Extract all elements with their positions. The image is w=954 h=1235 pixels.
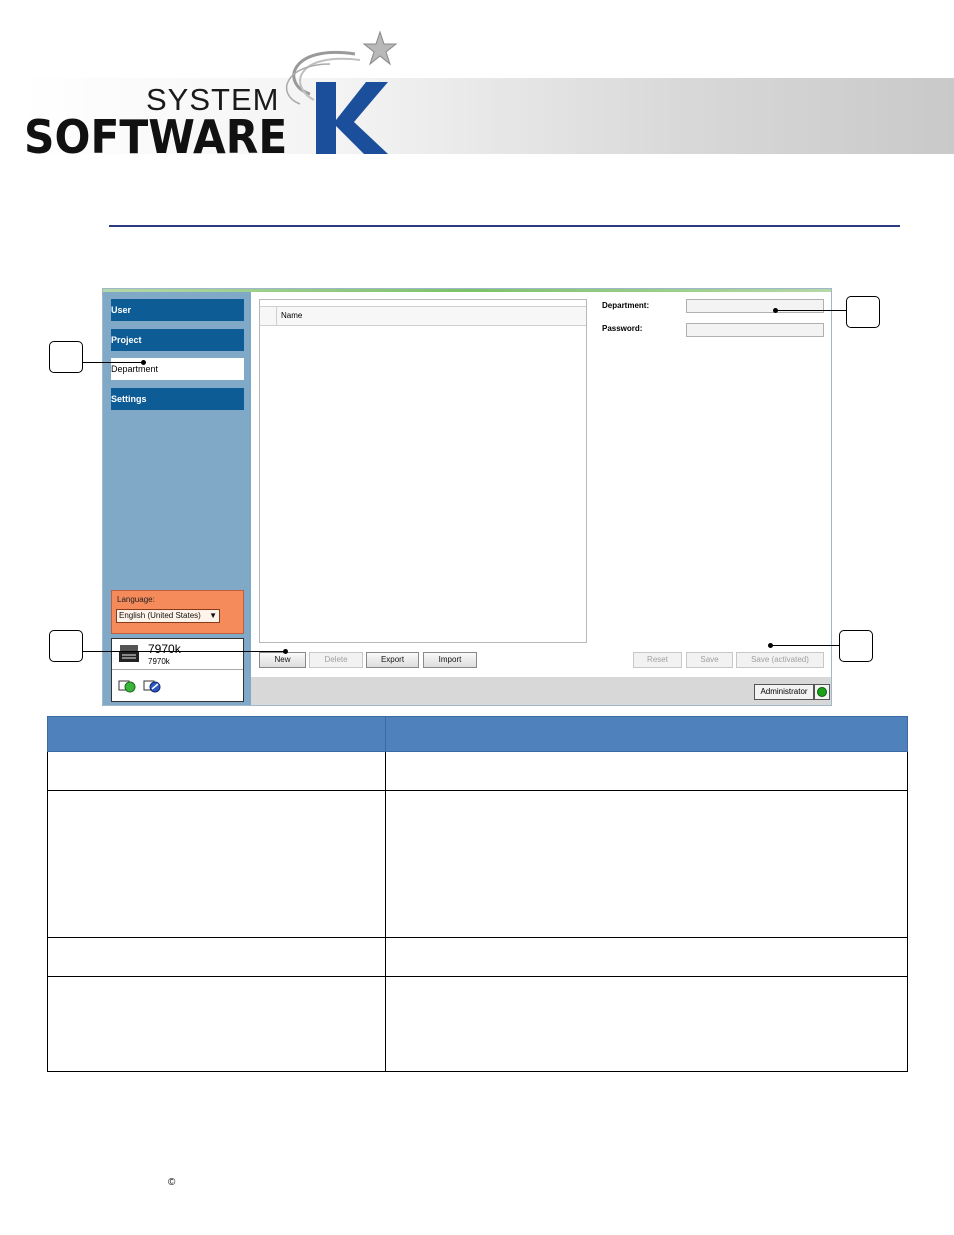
callout-leader-4 <box>771 645 839 646</box>
language-select[interactable]: English (United States) ▼ <box>116 609 220 623</box>
delete-button[interactable]: Delete <box>309 652 363 668</box>
callout-leader-2 <box>776 310 846 311</box>
sidebar-item-label: Department <box>111 364 159 374</box>
save-button[interactable]: Save <box>686 652 733 668</box>
table-header-row <box>47 716 908 752</box>
callout-box-2 <box>846 296 880 328</box>
column-header-name[interactable]: Name <box>281 311 302 320</box>
list-header: Name <box>260 306 586 326</box>
content-area: Name Department: Password: New Delete Ex… <box>251 292 831 677</box>
sidebar-item-project[interactable]: Project <box>111 329 244 351</box>
logo-k-icon <box>285 30 398 154</box>
app-window: User Project Department Settings Languag… <box>102 288 832 706</box>
callout-leader-1 <box>83 362 143 363</box>
status-indicator-icon <box>817 687 827 697</box>
export-button[interactable]: Export <box>366 652 419 668</box>
callout-dot-4 <box>768 643 773 648</box>
callout-dot-1 <box>141 360 146 365</box>
device-name: 7970k <box>148 642 181 656</box>
document-header: SYSTEM SOFTWARE <box>0 0 954 170</box>
new-button[interactable]: New <box>259 652 306 668</box>
add-device-icon[interactable] <box>118 677 136 693</box>
chevron-down-icon: ▼ <box>209 611 217 620</box>
device-model: 7970k <box>148 657 170 666</box>
import-button[interactable]: Import <box>423 652 477 668</box>
table-cell <box>385 976 908 1072</box>
reset-button[interactable]: Reset <box>633 652 682 668</box>
callout-box-1 <box>49 341 83 373</box>
column-divider <box>276 307 277 325</box>
table-row <box>47 976 908 1072</box>
callout-dot-2 <box>773 308 778 313</box>
sidebar-item-settings[interactable]: Settings <box>111 388 244 410</box>
table-row <box>47 751 908 791</box>
sidebar-item-label: Project <box>111 335 142 345</box>
sidebar-item-label: Settings <box>111 394 147 404</box>
table-cell <box>47 937 386 977</box>
logo-word-software: SOFTWARE <box>24 110 288 164</box>
description-table <box>47 716 908 1072</box>
device-item[interactable]: 7970k 7970k <box>112 639 243 670</box>
callout-leader-3 <box>83 651 286 652</box>
edit-device-icon[interactable] <box>143 677 161 693</box>
table-cell <box>385 937 908 977</box>
sidebar: User Project Department Settings Languag… <box>103 292 251 705</box>
table-cell <box>385 751 908 791</box>
table-row <box>47 790 908 938</box>
table-header-cell <box>385 716 908 752</box>
department-label: Department: <box>602 301 650 310</box>
callout-box-4 <box>839 630 873 662</box>
department-list[interactable]: Name <box>259 299 587 643</box>
save-activated-button[interactable]: Save (activated) <box>736 652 824 668</box>
sidebar-item-user[interactable]: User <box>111 299 244 321</box>
user-role-button[interactable]: Administrator <box>754 684 814 700</box>
section-divider <box>109 225 900 227</box>
connection-status <box>814 684 830 700</box>
device-actions <box>118 677 164 698</box>
copyright-symbol: © <box>168 1177 176 1188</box>
sidebar-item-label: User <box>111 305 132 315</box>
printer-icon <box>119 645 139 662</box>
callout-box-3 <box>49 630 83 662</box>
status-bar: Administrator <box>251 677 831 705</box>
table-cell <box>47 790 386 938</box>
table-cell <box>47 751 386 791</box>
table-header-cell <box>47 716 386 752</box>
password-field[interactable] <box>686 323 824 337</box>
table-row <box>47 937 908 977</box>
device-panel: 7970k 7970k <box>111 638 244 702</box>
language-value: English (United States) <box>119 611 201 620</box>
table-cell <box>47 976 386 1072</box>
table-cell <box>385 790 908 938</box>
language-panel: Language: English (United States) ▼ <box>111 590 244 634</box>
password-label: Password: <box>602 324 643 333</box>
language-label: Language: <box>117 595 155 604</box>
callout-dot-3 <box>283 649 288 654</box>
